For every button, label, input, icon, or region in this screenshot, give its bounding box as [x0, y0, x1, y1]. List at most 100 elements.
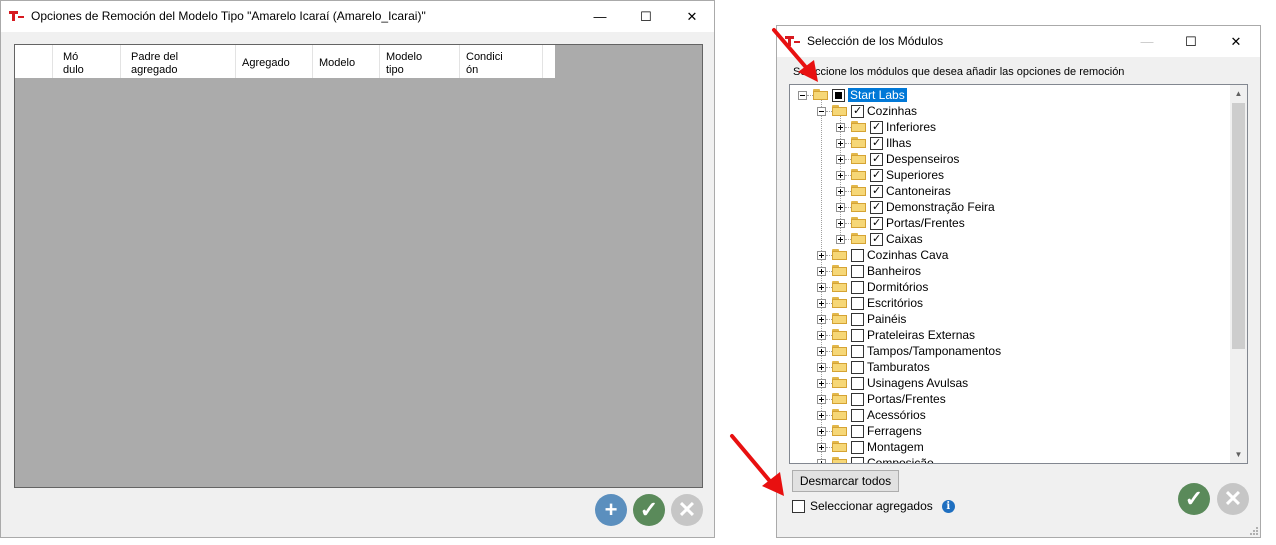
tree-node[interactable]: Portas/Frentes [817, 391, 946, 407]
tree-vertical-scrollbar[interactable]: ▲ ▼ [1230, 85, 1247, 463]
tree-node-checkbox[interactable] [851, 328, 864, 342]
tree-node[interactable]: Dormitórios [817, 279, 928, 295]
tree-node[interactable]: Ferragens [817, 423, 922, 439]
confirm-button[interactable]: ✓ [1178, 483, 1210, 515]
tree-node-label[interactable]: Painéis [867, 312, 906, 326]
add-button[interactable]: + [595, 494, 627, 526]
tree-node[interactable]: Demonstração Feira [836, 199, 995, 215]
tree-node-checkbox[interactable] [851, 280, 864, 294]
tree-node-label[interactable]: Superiores [886, 168, 944, 182]
tree-node-checkbox[interactable] [832, 88, 845, 102]
minimize-button[interactable]: — [577, 1, 623, 32]
module-tree[interactable]: Start Labs Cozinhas Inferiores Ilhas Despens… [789, 84, 1248, 464]
scroll-up-button[interactable]: ▲ [1230, 85, 1247, 102]
tree-node-checkbox[interactable] [851, 424, 864, 438]
expand-icon[interactable] [836, 218, 845, 228]
column-header-model[interactable]: Modelo [313, 45, 380, 78]
tree-node-label[interactable]: Despenseiros [886, 152, 959, 166]
expand-icon[interactable] [817, 378, 826, 388]
maximize-button[interactable]: ☐ [1168, 26, 1214, 57]
expand-icon[interactable] [836, 234, 845, 244]
collapse-icon[interactable] [798, 90, 807, 100]
expand-icon[interactable] [817, 410, 826, 420]
expand-icon[interactable] [817, 298, 826, 308]
tree-node-checkbox[interactable] [851, 392, 864, 406]
expand-icon[interactable] [836, 170, 845, 180]
tree-node[interactable]: Superiores [836, 167, 944, 183]
confirm-button[interactable]: ✓ [633, 494, 665, 526]
tree-node-checkbox[interactable] [870, 136, 883, 150]
tree-node-checkbox[interactable] [851, 312, 864, 326]
tree-node[interactable]: Tamburatos [817, 359, 930, 375]
tree-node-checkbox[interactable] [870, 184, 883, 198]
close-button[interactable]: ✕ [1213, 26, 1259, 57]
tree-node-checkbox[interactable] [851, 408, 864, 422]
tree-node[interactable]: Cozinhas [817, 103, 917, 119]
expand-icon[interactable] [817, 394, 826, 404]
tree-node[interactable]: Painéis [817, 311, 906, 327]
expand-icon[interactable] [836, 202, 845, 212]
tree-node-checkbox[interactable] [870, 152, 883, 166]
expand-icon[interactable] [817, 330, 826, 340]
scroll-down-button[interactable]: ▼ [1230, 446, 1247, 463]
tree-node-checkbox[interactable] [851, 456, 864, 463]
tree-node-label[interactable]: Banheiros [867, 264, 921, 278]
tree-node-checkbox[interactable] [870, 120, 883, 134]
cancel-button[interactable]: ✕ [671, 494, 703, 526]
tree-node[interactable]: Portas/Frentes [836, 215, 965, 231]
tree-node-label[interactable]: Inferiores [886, 120, 936, 134]
tree-node[interactable]: Prateleiras Externas [817, 327, 975, 343]
tree-node-label[interactable]: Cantoneiras [886, 184, 951, 198]
expand-icon[interactable] [817, 426, 826, 436]
select-aggregates-option[interactable]: Seleccionar agregados i [792, 499, 955, 513]
tree-node[interactable]: Despenseiros [836, 151, 959, 167]
tree-node-checkbox[interactable] [870, 216, 883, 230]
tree-node-label[interactable]: Caixas [886, 232, 923, 246]
tree-node-checkbox[interactable] [851, 264, 864, 278]
tree-node-checkbox[interactable] [870, 200, 883, 214]
expand-icon[interactable] [836, 138, 845, 148]
tree-node-label[interactable]: Portas/Frentes [867, 392, 946, 406]
column-header-aggregate[interactable]: Agregado [236, 45, 313, 78]
row-selector-header[interactable] [15, 45, 53, 78]
tree-node[interactable]: Cantoneiras [836, 183, 951, 199]
expand-icon[interactable] [836, 122, 845, 132]
tree-node[interactable]: Banheiros [817, 263, 921, 279]
expand-icon[interactable] [836, 186, 845, 196]
scroll-thumb[interactable] [1232, 103, 1245, 349]
tree-node-checkbox[interactable] [851, 360, 864, 374]
tree-node[interactable]: Caixas [836, 231, 923, 247]
title-bar[interactable]: Selección de los Módulos — ☐ ✕ [777, 26, 1260, 57]
info-icon[interactable]: i [941, 499, 955, 513]
tree-node[interactable]: Escritórios [817, 295, 923, 311]
tree-node-checkbox[interactable] [851, 248, 864, 262]
tree-node-label[interactable]: Demonstração Feira [886, 200, 995, 214]
close-button[interactable]: ✕ [669, 1, 715, 32]
unmark-all-button[interactable]: Desmarcar todos [792, 470, 899, 492]
tree-node[interactable]: Tampos/Tamponamentos [817, 343, 1001, 359]
tree-node-checkbox[interactable] [851, 344, 864, 358]
tree-node-label[interactable]: Ferragens [867, 424, 922, 438]
tree-node-checkbox[interactable] [870, 168, 883, 182]
title-bar[interactable]: Opciones de Remoción del Modelo Tipo "Am… [1, 1, 714, 32]
tree-node-label[interactable]: Dormitórios [867, 280, 928, 294]
tree-node[interactable]: Composição [817, 455, 934, 463]
tree-node-label[interactable]: Montagem [867, 440, 924, 454]
tree-node-label[interactable]: Ilhas [886, 136, 911, 150]
tree-node-checkbox[interactable] [870, 232, 883, 246]
tree-node-label[interactable]: Usinagens Avulsas [867, 376, 968, 390]
expand-icon[interactable] [817, 266, 826, 276]
column-header-aggregate-parent[interactable]: Padre del agregado [121, 45, 236, 78]
tree-node[interactable]: Montagem [817, 439, 924, 455]
resize-grip-icon[interactable] [1248, 525, 1258, 535]
tree-node-label[interactable]: Start Labs [848, 88, 907, 102]
column-header-module[interactable]: Mó dulo [53, 45, 121, 78]
tree-node-checkbox[interactable] [851, 296, 864, 310]
tree-node[interactable]: Usinagens Avulsas [817, 375, 968, 391]
expand-icon[interactable] [817, 458, 826, 463]
collapse-icon[interactable] [817, 106, 826, 116]
maximize-button[interactable]: ☐ [623, 1, 669, 32]
removal-options-grid[interactable]: Mó dulo Padre del agregado Agregado Mode… [14, 44, 703, 488]
tree-node[interactable]: Inferiores [836, 119, 936, 135]
cancel-button[interactable]: ✕ [1217, 483, 1249, 515]
